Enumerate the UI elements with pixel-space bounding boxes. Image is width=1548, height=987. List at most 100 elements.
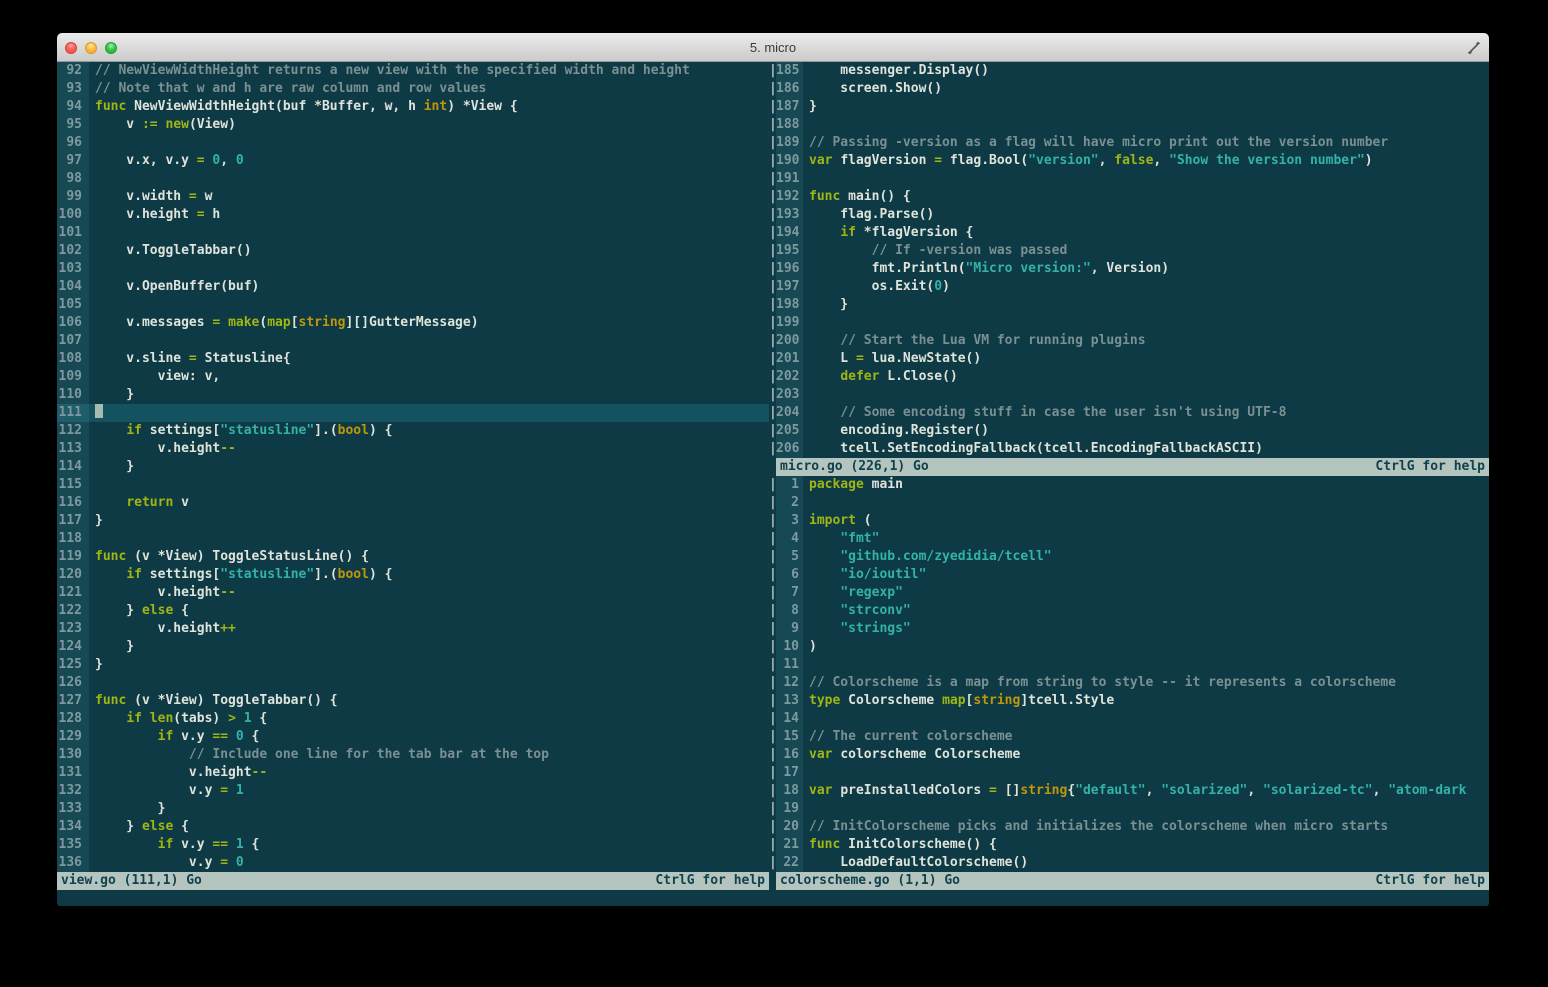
code-line[interactable]: 101 xyxy=(57,224,769,242)
code-line[interactable]: | 5 "github.com/zyedidia/tcell" xyxy=(769,548,1489,566)
code-line[interactable]: 127 func (v *View) ToggleTabbar() { xyxy=(57,692,769,710)
code-line[interactable]: 136 v.y = 0 xyxy=(57,854,769,872)
code-line[interactable]: | 19 xyxy=(769,800,1489,818)
fullscreen-resize-icon[interactable] xyxy=(1466,40,1482,56)
code-line[interactable]: | 195 // If -version was passed xyxy=(769,242,1489,260)
code-line[interactable]: 113 v.height-- xyxy=(57,440,769,458)
code-line[interactable]: | 186 screen.Show() xyxy=(769,80,1489,98)
code-line[interactable]: | 201 L = lua.NewState() xyxy=(769,350,1489,368)
code-line[interactable]: 134 } else { xyxy=(57,818,769,836)
code-line[interactable]: 117} xyxy=(57,512,769,530)
zoom-button[interactable] xyxy=(105,42,117,54)
code-line[interactable]: | 2 xyxy=(769,494,1489,512)
code-line[interactable]: | 7 "regexp" xyxy=(769,584,1489,602)
code-line[interactable]: 130 // Include one line for the tab bar … xyxy=(57,746,769,764)
code-line[interactable]: 92 // NewViewWidthHeight returns a new vi… xyxy=(57,62,769,80)
code-line[interactable]: 124 } xyxy=(57,638,769,656)
code-line[interactable]: 121 v.height-- xyxy=(57,584,769,602)
code-line[interactable]: | 15 // The current colorscheme xyxy=(769,728,1489,746)
code-line[interactable]: 125} xyxy=(57,656,769,674)
code-line[interactable]: 133 } xyxy=(57,800,769,818)
window-titlebar[interactable]: 5. micro xyxy=(57,33,1489,62)
code-line[interactable]: 115 xyxy=(57,476,769,494)
code-text: "strconv" xyxy=(840,603,911,618)
code-line[interactable]: 97 v.x, v.y = 0, 0 xyxy=(57,152,769,170)
code-line[interactable]: 93 // Note that w and h are raw column an… xyxy=(57,80,769,98)
code-line[interactable]: | 185 messenger.Display() xyxy=(769,62,1489,80)
code-line[interactable]: 120 if settings["statusline"].(bool) { xyxy=(57,566,769,584)
code-line[interactable]: 107 xyxy=(57,332,769,350)
close-button[interactable] xyxy=(65,42,77,54)
code-line[interactable]: | 17 xyxy=(769,764,1489,782)
code-line[interactable]: | 189 // Passing -version as a flag will h… xyxy=(769,134,1489,152)
code-line[interactable]: | 190 var flagVersion = flag.Bool("version… xyxy=(769,152,1489,170)
code-line[interactable]: 94 func NewViewWidthHeight(buf *Buffer, w… xyxy=(57,98,769,116)
code-line[interactable]: 126 xyxy=(57,674,769,692)
code-line[interactable]: 112 if settings["statusline"].(bool) { xyxy=(57,422,769,440)
code-line[interactable]: 99 v.width = w xyxy=(57,188,769,206)
code-line[interactable]: 111 xyxy=(57,404,769,422)
code-line[interactable]: | 206 tcell.SetEncodingFallback(tcell.Enc… xyxy=(769,440,1489,458)
code-line[interactable]: | 22 LoadDefaultColorscheme() xyxy=(769,854,1489,872)
code-line[interactable]: 110 } xyxy=(57,386,769,404)
code-line[interactable]: 96 xyxy=(57,134,769,152)
code-text: } xyxy=(95,639,135,654)
code-line[interactable]: | 11 xyxy=(769,656,1489,674)
code-line[interactable]: | 16 var colorscheme Colorscheme xyxy=(769,746,1489,764)
code-line[interactable]: 102 v.ToggleTabbar() xyxy=(57,242,769,260)
code-line[interactable]: 135 if v.y == 1 { xyxy=(57,836,769,854)
code-line[interactable]: 106 v.messages = make(map[string][]Gutte… xyxy=(57,314,769,332)
code-line[interactable]: 122 } else { xyxy=(57,602,769,620)
code-line[interactable]: | 188 xyxy=(769,116,1489,134)
code-line[interactable]: 128 if len(tabs) > 1 { xyxy=(57,710,769,728)
code-line[interactable]: 100 v.height = h xyxy=(57,206,769,224)
code-text: if settings["statusline"].(bool) { xyxy=(126,423,393,438)
code-line[interactable]: | 14 xyxy=(769,710,1489,728)
code-line[interactable]: 103 xyxy=(57,260,769,278)
code-line[interactable]: | 197 os.Exit(0) xyxy=(769,278,1489,296)
code-line[interactable]: 119 func (v *View) ToggleStatusLine() { xyxy=(57,548,769,566)
code-line[interactable]: | 20 // InitColorscheme picks and initiali… xyxy=(769,818,1489,836)
code-line[interactable]: | 205 encoding.Register() xyxy=(769,422,1489,440)
code-line[interactable]: | 6 "io/ioutil" xyxy=(769,566,1489,584)
code-line[interactable]: | 191 xyxy=(769,170,1489,188)
code-line[interactable]: | 192 func main() { xyxy=(769,188,1489,206)
code-line[interactable]: 98 xyxy=(57,170,769,188)
code-line[interactable]: 118 xyxy=(57,530,769,548)
code-line[interactable]: | 3 import ( xyxy=(769,512,1489,530)
code-line[interactable]: 132 v.y = 1 xyxy=(57,782,769,800)
code-line[interactable]: | 9 "strings" xyxy=(769,620,1489,638)
vertical-split-divider: | xyxy=(769,224,776,242)
code-line[interactable]: 131 v.height-- xyxy=(57,764,769,782)
code-line[interactable]: | 21 func InitColorscheme() { xyxy=(769,836,1489,854)
code-line[interactable]: | 187} xyxy=(769,98,1489,116)
code-line[interactable]: | 194 if *flagVersion { xyxy=(769,224,1489,242)
code-line[interactable]: | 1 package main xyxy=(769,476,1489,494)
code-line[interactable]: 129 if v.y == 0 { xyxy=(57,728,769,746)
code-line[interactable]: | 4 "fmt" xyxy=(769,530,1489,548)
code-line[interactable]: 95 v := new(View) xyxy=(57,116,769,134)
code-line[interactable]: 116 return v xyxy=(57,494,769,512)
code-line[interactable]: | 8 "strconv" xyxy=(769,602,1489,620)
code-line[interactable]: | 196 fmt.Println("Micro version:", Versi… xyxy=(769,260,1489,278)
code-line[interactable]: 114 } xyxy=(57,458,769,476)
code-line[interactable]: | 18 var preInstalledColors = []string{"de… xyxy=(769,782,1489,800)
code-line[interactable]: 108 v.sline = Statusline{ xyxy=(57,350,769,368)
code-line[interactable]: | 193 flag.Parse() xyxy=(769,206,1489,224)
code-line[interactable]: 109 view: v, xyxy=(57,368,769,386)
line-number: 201 xyxy=(776,350,803,368)
code-line[interactable]: | 204 // Some encoding stuff in case the … xyxy=(769,404,1489,422)
code-line[interactable]: | 200 // Start the Lua VM for running plu… xyxy=(769,332,1489,350)
minimize-button[interactable] xyxy=(85,42,97,54)
code-line[interactable]: | 198 } xyxy=(769,296,1489,314)
code-line[interactable]: 123 v.height++ xyxy=(57,620,769,638)
code-line[interactable]: | 203 xyxy=(769,386,1489,404)
code-line[interactable]: | 10) xyxy=(769,638,1489,656)
code-line[interactable]: | 202 defer L.Close() xyxy=(769,368,1489,386)
code-line[interactable]: | 12 // Colorscheme is a map from string t… xyxy=(769,674,1489,692)
code-line[interactable]: 104 v.OpenBuffer(buf) xyxy=(57,278,769,296)
code-line[interactable]: | 199 xyxy=(769,314,1489,332)
code-line[interactable]: 105 xyxy=(57,296,769,314)
code-line[interactable]: | 13 type Colorscheme map[string]tcell.Sty… xyxy=(769,692,1489,710)
vertical-split-divider: | xyxy=(769,332,776,350)
